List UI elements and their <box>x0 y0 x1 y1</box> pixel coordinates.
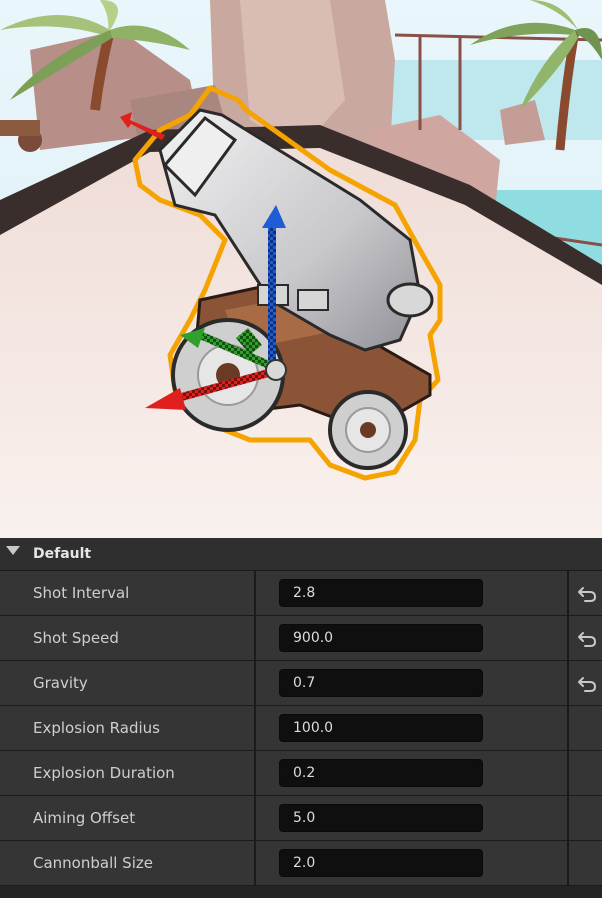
property-label: Aiming Offset <box>33 809 136 827</box>
property-value: 5.0 <box>293 810 316 826</box>
category-title: Default <box>33 546 92 562</box>
gravity-field[interactable]: 0.7 <box>279 669 483 697</box>
property-row: Shot Interval 2.8 <box>0 571 602 616</box>
reset-cell-empty <box>567 841 602 885</box>
level-viewport[interactable] <box>0 0 602 538</box>
reset-cell-empty <box>567 706 602 750</box>
reset-cell-empty <box>567 751 602 795</box>
explosion-radius-field[interactable]: 100.0 <box>279 714 483 742</box>
property-label: Explosion Radius <box>33 719 160 737</box>
category-header[interactable]: Default <box>0 538 602 571</box>
property-row: Shot Speed 900.0 <box>0 616 602 661</box>
property-row: Cannonball Size 2.0 <box>0 841 602 886</box>
property-value: 2.8 <box>293 585 316 601</box>
explosion-duration-field[interactable]: 0.2 <box>279 759 483 787</box>
shot-interval-field[interactable]: 2.8 <box>279 579 483 607</box>
property-label: Shot Speed <box>33 629 119 647</box>
property-value: 100.0 <box>293 720 334 736</box>
property-row: Aiming Offset 5.0 <box>0 796 602 841</box>
cannonball-size-field[interactable]: 2.0 <box>279 849 483 877</box>
property-label: Shot Interval <box>33 584 130 602</box>
property-label: Gravity <box>33 674 88 692</box>
property-label: Cannonball Size <box>33 854 153 872</box>
property-row: Explosion Duration 0.2 <box>0 751 602 796</box>
property-row: Gravity 0.7 <box>0 661 602 706</box>
property-value: 900.0 <box>293 630 334 646</box>
reset-to-default-icon[interactable] <box>577 628 597 648</box>
property-value: 2.0 <box>293 855 316 871</box>
reset-to-default-icon[interactable] <box>577 673 597 693</box>
reset-cell-empty <box>567 796 602 840</box>
property-value: 0.2 <box>293 765 316 781</box>
triangle-down-icon[interactable] <box>6 546 20 555</box>
property-row: Explosion Radius 100.0 <box>0 706 602 751</box>
reset-to-default-icon[interactable] <box>577 583 597 603</box>
property-label: Explosion Duration <box>33 764 175 782</box>
property-value: 0.7 <box>293 675 316 691</box>
aiming-offset-field[interactable]: 5.0 <box>279 804 483 832</box>
viewport-scene[interactable] <box>0 0 602 538</box>
details-panel: Default Shot Interval 2.8 Shot Speed 900… <box>0 538 602 898</box>
shot-speed-field[interactable]: 900.0 <box>279 624 483 652</box>
